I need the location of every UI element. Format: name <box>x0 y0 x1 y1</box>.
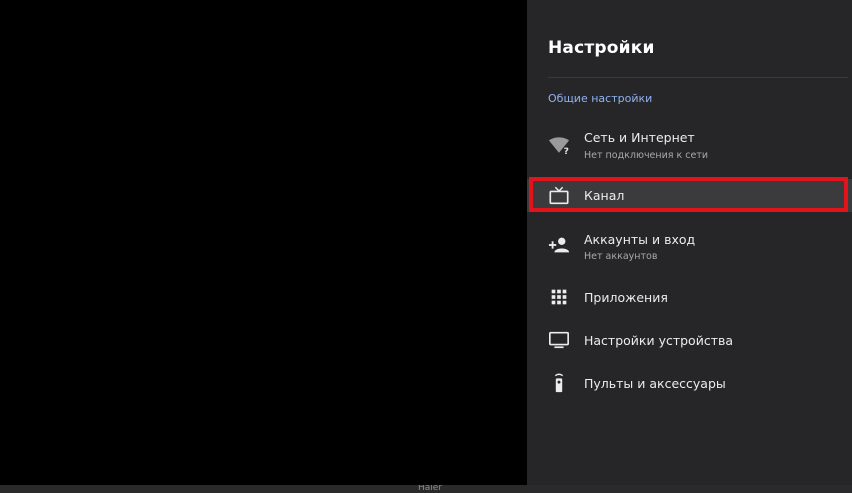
menu-item-label: Приложения <box>584 290 668 305</box>
tv-icon <box>548 185 570 207</box>
menu-item-label: Настройки устройства <box>584 333 734 348</box>
apps-grid-icon <box>548 286 570 308</box>
menu-item-device[interactable]: Настройки устройства <box>527 325 852 357</box>
settings-panel: Настройки Общие настройки ? Сеть и Интер… <box>527 0 852 485</box>
menu-item-accounts[interactable]: Аккаунты и вход Нет аккаунтов <box>527 222 852 270</box>
remote-icon <box>548 372 570 394</box>
menu-item-remotes[interactable]: Пульты и аксессуары <box>527 368 852 400</box>
wifi-question-icon: ? <box>548 134 570 156</box>
menu-item-sublabel: Нет аккаунтов <box>584 251 658 262</box>
title-divider <box>548 77 848 78</box>
svg-text:?: ? <box>564 146 569 156</box>
add-person-icon <box>548 234 570 256</box>
menu-item-network[interactable]: ? Сеть и Интернет Нет подключения к сети <box>527 120 852 172</box>
menu-item-label: Сеть и Интернет <box>584 130 695 145</box>
menu-item-label: Канал <box>584 188 625 203</box>
tv-screen: Настройки Общие настройки ? Сеть и Интер… <box>0 0 852 493</box>
section-header: Общие настройки <box>548 92 653 105</box>
panel-title: Настройки <box>548 38 655 58</box>
tv-bezel: Haier <box>0 485 852 493</box>
menu-item-label: Пульты и аксессуары <box>584 376 726 391</box>
monitor-icon <box>548 329 570 351</box>
video-area <box>0 0 527 485</box>
menu-item-sublabel: Нет подключения к сети <box>584 150 709 161</box>
menu-item-label: Аккаунты и вход <box>584 232 696 247</box>
brand-logo: Haier <box>418 485 443 493</box>
menu-item-apps[interactable]: Приложения <box>527 282 852 314</box>
menu-item-channel[interactable]: Канал <box>527 179 852 212</box>
